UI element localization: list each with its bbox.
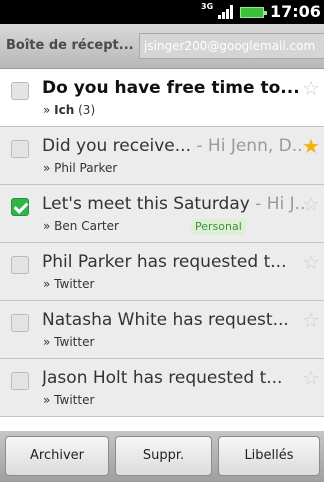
delete-button[interactable]: Suppr.: [115, 436, 212, 476]
header: Boîte de récept... jsinger200@googlemail…: [0, 24, 324, 69]
labels-button[interactable]: Libellés: [218, 436, 320, 476]
sender-prefix: »: [43, 219, 51, 233]
message-subject: Let's meet this Saturday - Hi J...: [42, 193, 304, 215]
message-subject: Natasha White has request...: [42, 309, 304, 331]
subject-text: Let's meet this Saturday: [42, 194, 250, 214]
star-icon[interactable]: ☆: [302, 78, 320, 98]
subject-text: Natasha White has request...: [42, 310, 289, 330]
message-checkbox[interactable]: [11, 256, 29, 274]
status-time: 17:06: [270, 2, 321, 21]
sender-name: Twitter: [54, 393, 95, 407]
sender-name: Twitter: [54, 277, 95, 291]
message-snippet: - Hi J...: [255, 194, 304, 214]
message-row[interactable]: Do you have free time to... -... » Ich (3…: [0, 69, 324, 127]
message-row[interactable]: Did you receive... - Hi Jenn, D... » Phil…: [0, 127, 324, 185]
network-type: 3G: [201, 2, 214, 11]
sender-prefix: »: [43, 103, 51, 117]
label-badge: Personal: [191, 219, 246, 235]
message-checkbox[interactable]: [11, 314, 29, 332]
thread-count: (3): [78, 103, 96, 117]
action-bar: Archiver Suppr. Libellés: [0, 431, 324, 482]
subject-text: Jason Holt has requested t...: [42, 368, 283, 388]
sender-prefix: »: [43, 277, 51, 291]
sender-prefix: »: [43, 335, 51, 349]
message-subject: Do you have free time to... -...: [42, 77, 304, 99]
message-checkbox[interactable]: [11, 82, 29, 100]
message-subject: Jason Holt has requested t...: [42, 367, 304, 389]
message-checkbox[interactable]: [11, 372, 29, 390]
star-icon[interactable]: ☆: [302, 310, 320, 330]
star-icon[interactable]: ☆: [302, 194, 320, 214]
sender-prefix: »: [43, 393, 51, 407]
message-sender: » Twitter: [43, 335, 94, 349]
sender-prefix: »: [43, 161, 51, 175]
sender-name: Ben Carter: [54, 219, 119, 233]
message-row[interactable]: Jason Holt has requested t... » Twitter ☆: [0, 359, 324, 417]
subject-text: Do you have free time to...: [42, 78, 300, 98]
signal-icon: [218, 5, 234, 19]
sender-name: Phil Parker: [54, 161, 118, 175]
message-sender: » Ich (3): [43, 103, 95, 117]
message-sender: » Phil Parker: [43, 161, 117, 175]
message-row[interactable]: Natasha White has request... » Twitter ☆: [0, 301, 324, 359]
archive-button[interactable]: Archiver: [5, 436, 109, 476]
message-snippet: - Hi Jenn, D...: [190, 136, 304, 156]
message-row[interactable]: Phil Parker has requested t... » Twitter ☆: [0, 243, 324, 301]
battery-icon: [240, 7, 267, 18]
message-sender: » Twitter: [43, 277, 94, 291]
message-subject: Phil Parker has requested t...: [42, 251, 304, 273]
message-sender: » Ben Carter: [43, 219, 119, 233]
star-icon[interactable]: ☆: [302, 368, 320, 388]
account-selector[interactable]: jsinger200@googlemail.com: [139, 33, 324, 59]
sender-name: Twitter: [54, 335, 95, 349]
message-checkbox[interactable]: [11, 198, 29, 216]
subject-text: Did you receive...: [42, 136, 191, 156]
message-sender: » Twitter: [43, 393, 94, 407]
status-bar: 3G 17:06: [0, 0, 324, 24]
message-row[interactable]: Let's meet this Saturday - Hi J... » Ben …: [0, 185, 324, 243]
message-list: Do you have free time to... -... » Ich (3…: [0, 69, 324, 431]
star-icon[interactable]: ☆: [302, 252, 320, 272]
star-filled-icon[interactable]: ★: [302, 136, 320, 156]
subject-text: Phil Parker has requested t...: [42, 252, 287, 272]
folder-title[interactable]: Boîte de récept...: [6, 38, 134, 53]
sender-name: Ich: [54, 103, 75, 117]
message-subject: Did you receive... - Hi Jenn, D...: [42, 135, 304, 157]
message-checkbox[interactable]: [11, 140, 29, 158]
